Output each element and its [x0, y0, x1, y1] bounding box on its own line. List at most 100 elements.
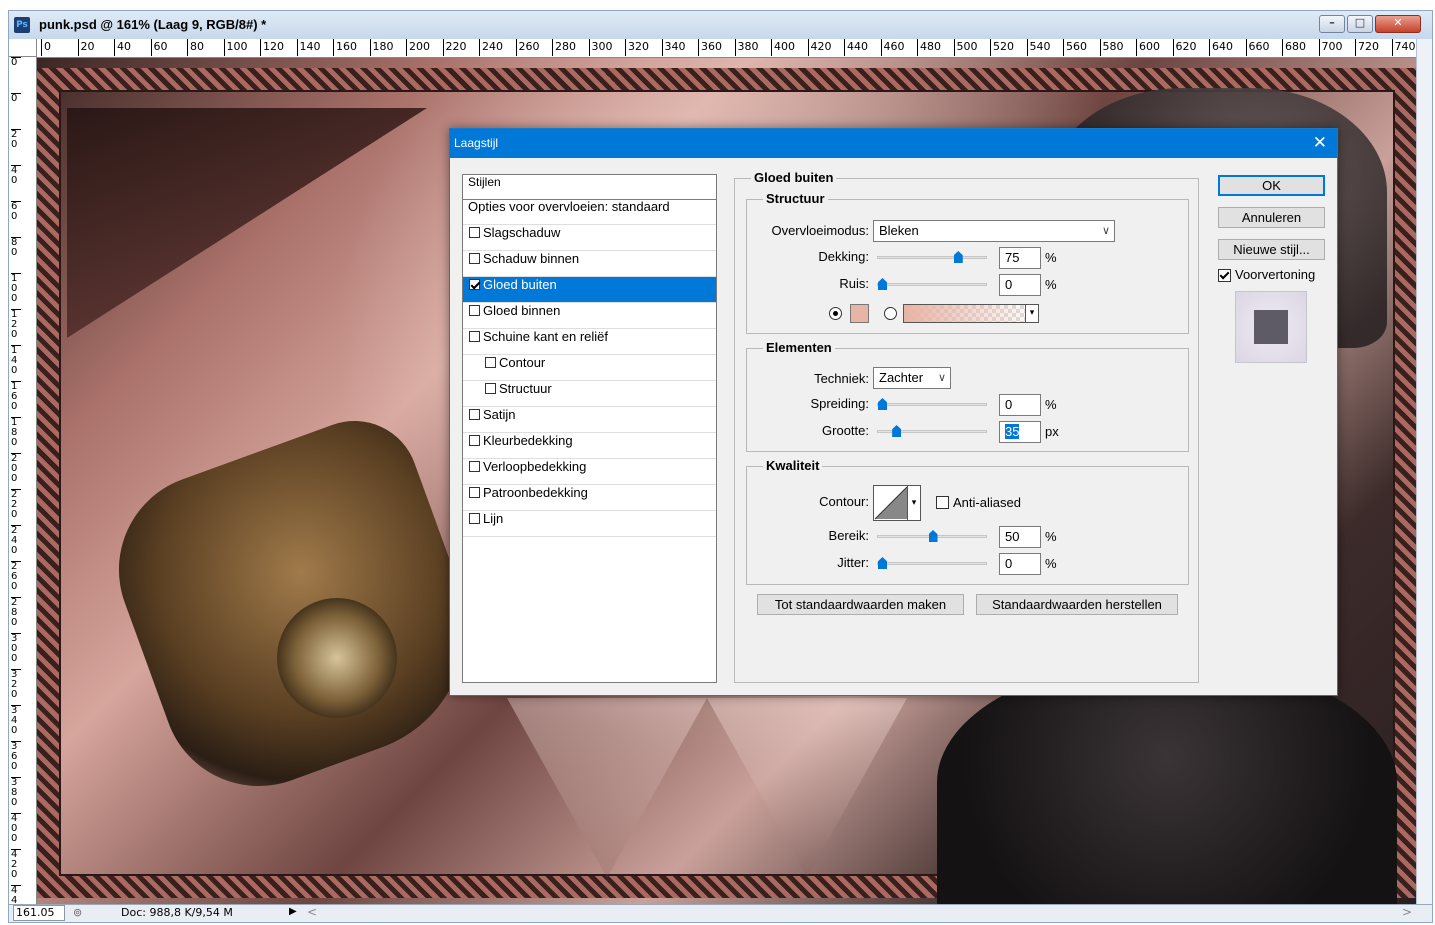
noise-input[interactable]: 0 [999, 274, 1041, 296]
style-checkbox[interactable] [469, 487, 480, 498]
blend-options-item[interactable]: Opties voor overvloeien: standaard [463, 199, 716, 225]
style-checkbox[interactable] [469, 461, 480, 472]
style-item-label: Lijn [483, 511, 504, 526]
ruler-tick-label: 260 [515, 39, 540, 56]
status-menu-arrow-icon[interactable]: ▶ [289, 906, 297, 917]
dialog-close-icon[interactable]: ✕ [1313, 133, 1327, 153]
blend-mode-select[interactable]: Bleken ∨ [873, 220, 1115, 242]
style-item-schuine-kant-en-reli-f[interactable]: Schuine kant en reliëf [463, 329, 716, 355]
opacity-slider[interactable] [877, 251, 987, 263]
minimize-button[interactable]: – [1319, 15, 1345, 33]
style-item-label: Schuine kant en reliëf [483, 329, 609, 344]
scroll-left-icon[interactable]: < [307, 905, 317, 919]
style-item-structuur[interactable]: Structuur [463, 381, 716, 407]
ruler-origin[interactable] [9, 39, 37, 57]
reset-default-button[interactable]: Standaardwaarden herstellen [976, 594, 1178, 615]
preview-checkbox[interactable] [1218, 269, 1231, 282]
quality-group: Kwaliteit Contour: ▾ Anti-aliased Bereik… [746, 458, 1189, 585]
jitter-slider[interactable] [877, 557, 987, 569]
scroll-right-icon[interactable]: > [1402, 905, 1412, 919]
contour-picker[interactable]: ▾ [873, 485, 921, 521]
style-checkbox[interactable] [469, 305, 480, 316]
ruler-tick-label: 200 [11, 453, 21, 484]
outer-glow-panel: Gloed buiten Structuur Overvloeimodus: B… [734, 170, 1199, 683]
styles-header[interactable]: Stijlen [462, 174, 717, 200]
jitter-input[interactable]: 0 [999, 553, 1041, 575]
cancel-button[interactable]: Annuleren [1218, 207, 1325, 228]
new-style-button[interactable]: Nieuwe stijl... [1218, 239, 1325, 260]
gradient-radio[interactable] [884, 307, 897, 320]
window-titlebar[interactable]: Ps punk.psd @ 161% (Laag 9, RGB/8#) * – … [9, 11, 1432, 39]
ruler-tick-label: 500 [953, 39, 978, 56]
style-checkbox[interactable] [469, 253, 480, 264]
vertical-ruler[interactable]: 0 0 20 40 60 80 100 120 140 160 180 200 220 240 260 280… [9, 57, 37, 907]
style-item-lijn[interactable]: Lijn [463, 511, 716, 537]
gradient-dropdown-icon[interactable]: ▾ [1025, 305, 1038, 322]
ruler-tick-label: 600 [1136, 39, 1160, 56]
range-slider-handle[interactable] [928, 530, 938, 542]
zoom-level-field[interactable]: 161.05 [13, 905, 65, 921]
ruler-tick-label: 100 [11, 273, 21, 304]
info-icon[interactable]: ⊚ [73, 906, 82, 919]
vertical-scrollbar[interactable] [1416, 39, 1432, 907]
style-item-satijn[interactable]: Satijn [463, 407, 716, 433]
style-checkbox[interactable] [469, 331, 480, 342]
noise-label: Ruis: [839, 276, 869, 291]
ruler-tick-label: 400 [771, 39, 795, 56]
anti-aliased-checkbox[interactable] [936, 496, 949, 509]
size-slider-handle[interactable] [892, 425, 902, 437]
spread-slider-handle[interactable] [878, 398, 887, 410]
noise-slider[interactable] [877, 278, 987, 290]
elements-title: Elementen [763, 340, 835, 355]
gradient-picker[interactable]: ▾ [903, 304, 1039, 323]
maximize-button[interactable]: □ [1347, 15, 1373, 33]
ruler-tick-label: 580 [1099, 39, 1124, 56]
style-checkbox[interactable] [485, 357, 496, 368]
opacity-slider-handle[interactable] [953, 251, 963, 263]
ruler-tick-label: 540 [1026, 39, 1051, 56]
style-item-slagschaduw[interactable]: Slagschaduw [463, 225, 716, 251]
solid-color-radio[interactable] [829, 307, 842, 320]
status-bar: 161.05 ⊚ Doc: 988,8 K/9,54 M ▶ < > [9, 904, 1432, 922]
ok-button[interactable]: OK [1218, 175, 1325, 196]
jitter-slider-handle[interactable] [878, 557, 887, 569]
style-item-schaduw-binnen[interactable]: Schaduw binnen [463, 251, 716, 277]
ruler-tick-label: 340 [11, 705, 21, 736]
technique-value: Zachter [879, 370, 924, 385]
dialog-titlebar[interactable]: Laagstijl ✕ [450, 129, 1337, 158]
style-item-kleurbedekking[interactable]: Kleurbedekking [463, 433, 716, 459]
range-slider[interactable] [877, 530, 987, 542]
range-unit: % [1045, 529, 1057, 544]
style-checkbox[interactable] [469, 279, 480, 290]
contour-dropdown-icon[interactable]: ▾ [907, 486, 920, 520]
opacity-input[interactable]: 75 [999, 247, 1041, 269]
spread-slider[interactable] [877, 398, 987, 410]
style-item-verloopbedekking[interactable]: Verloopbedekking [463, 459, 716, 485]
style-item-patroonbedekking[interactable]: Patroonbedekking [463, 485, 716, 511]
style-checkbox[interactable] [485, 383, 496, 394]
range-input[interactable]: 50 [999, 526, 1041, 548]
style-checkbox[interactable] [469, 435, 480, 446]
style-checkbox[interactable] [469, 409, 480, 420]
make-default-button[interactable]: Tot standaardwaarden maken [757, 594, 964, 615]
size-input[interactable]: 35 [999, 421, 1041, 443]
ruler-tick-label: 120 [11, 309, 21, 340]
technique-select[interactable]: Zachter ∨ [873, 367, 951, 389]
horizontal-ruler[interactable]: 0 20 40 60 80 100 120 140 160 180 200 220 240 260 280 3… [37, 39, 1417, 58]
close-window-button[interactable]: ✕ [1375, 15, 1421, 33]
spread-input[interactable]: 0 [999, 394, 1041, 416]
style-checkbox[interactable] [469, 227, 480, 238]
style-checkbox[interactable] [469, 513, 480, 524]
style-item-label: Schaduw binnen [483, 251, 580, 266]
glow-color-swatch[interactable] [850, 304, 869, 323]
ruler-tick-label: 460 [880, 39, 905, 56]
size-slider[interactable] [877, 425, 987, 437]
style-item-gloed-binnen[interactable]: Gloed binnen [463, 303, 716, 329]
ruler-tick-label: 680 [1282, 39, 1306, 56]
ruler-tick-label: 700 [1318, 39, 1343, 56]
style-item-gloed-buiten[interactable]: Gloed buiten [463, 277, 716, 303]
ruler-tick-label: 240 [11, 525, 21, 556]
ruler-tick-label: 320 [625, 39, 649, 56]
style-item-contour[interactable]: Contour [463, 355, 716, 381]
noise-slider-handle[interactable] [878, 278, 887, 290]
